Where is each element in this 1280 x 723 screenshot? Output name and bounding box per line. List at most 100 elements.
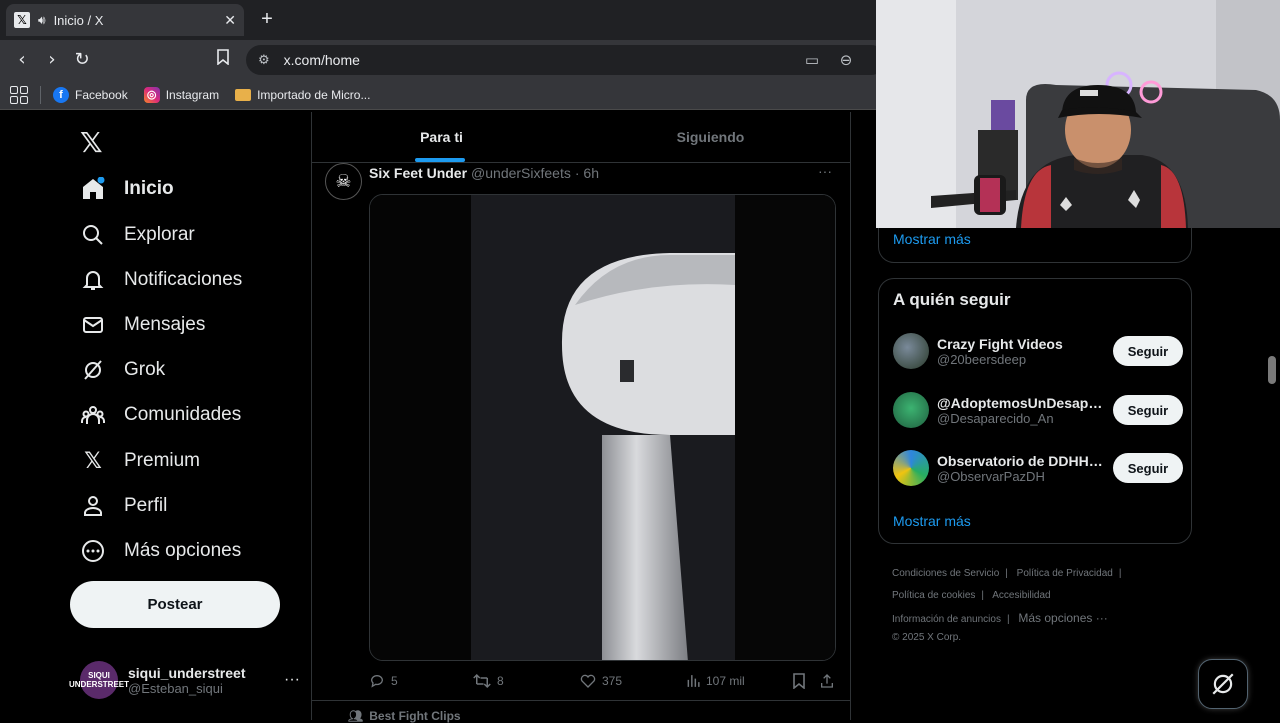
folder-icon: [235, 88, 252, 101]
nav-label: Grok: [124, 359, 166, 380]
zoom-icon[interactable]: ⊖: [836, 50, 856, 70]
search-icon: [80, 222, 106, 248]
views-count: 107 mil: [706, 674, 745, 688]
avatar: [893, 333, 929, 369]
communities-icon: [80, 402, 106, 428]
footer-cookies-link[interactable]: Política de cookies: [892, 590, 975, 601]
apps-icon[interactable]: [10, 85, 28, 104]
tweet-avatar-skull-icon[interactable]: ☠: [325, 163, 362, 200]
footer-ads-link[interactable]: Información de anuncios: [892, 614, 1001, 625]
follow-suggestion[interactable]: @AdoptemosUnDesaparecido @Desaparecido_A…: [893, 390, 1183, 430]
follow-button[interactable]: Seguir: [1113, 336, 1183, 366]
bookmark-button[interactable]: [792, 670, 806, 692]
share-button[interactable]: [819, 670, 835, 692]
footer-copyright: © 2025 X Corp.: [892, 632, 962, 643]
page-scrollbar[interactable]: [1266, 230, 1278, 720]
retweet-button[interactable]: 8: [473, 670, 504, 692]
forward-icon[interactable]: ›: [40, 48, 64, 72]
address-bar[interactable]: ⚙ x.com/home: [246, 45, 886, 75]
bookmark-icon: [793, 673, 805, 689]
nav-label: Comunidades: [124, 404, 242, 425]
tab-para-ti[interactable]: Para ti: [312, 112, 571, 162]
audio-icon[interactable]: 🔊︎: [38, 13, 46, 28]
more-dots-icon[interactable]: ···: [284, 671, 300, 689]
bookmark-label: Facebook: [75, 87, 128, 102]
bookmark-label: Instagram: [165, 87, 220, 102]
back-icon[interactable]: ‹: [10, 48, 34, 72]
x-favicon-icon: 𝕏: [14, 12, 30, 28]
grok-icon: [80, 357, 106, 383]
trends-show-more-link[interactable]: Mostrar más: [893, 231, 971, 247]
nav-comunidades[interactable]: Comunidades: [80, 400, 241, 430]
bell-icon: [80, 267, 106, 293]
who-to-follow-title: A quién seguir: [893, 290, 1011, 309]
mail-icon: [80, 312, 106, 338]
bookmark-folder-imported[interactable]: Importado de Micro...: [235, 88, 370, 102]
footer-links: Condiciones de Servicio | Política de Pri…: [892, 563, 1192, 645]
instagram-icon: ◎: [143, 86, 160, 103]
next-tweet-context: 👥︎ Best Fight Clips: [348, 709, 461, 723]
footer-privacy-link[interactable]: Política de Privacidad: [1017, 568, 1113, 579]
tweet-time[interactable]: · 6h: [575, 165, 599, 181]
bookmark-facebook[interactable]: f Facebook: [53, 86, 128, 103]
reply-button[interactable]: 5: [369, 670, 398, 692]
tweet-author-name[interactable]: Six Feet Under: [369, 165, 467, 181]
footer-more-link[interactable]: Más opciones ···: [1018, 611, 1107, 625]
views-button[interactable]: 107 mil: [686, 670, 745, 692]
new-tab-button[interactable]: +: [256, 8, 278, 30]
follow-show-more-link[interactable]: Mostrar más: [893, 513, 971, 529]
follow-handle: @ObservarPazDH: [937, 468, 1045, 484]
tweet-author-handle[interactable]: @underSixfeets: [471, 165, 571, 181]
community-icon: 👥︎: [348, 709, 364, 723]
tweet-media[interactable]: [369, 194, 836, 661]
next-tweet-label: Best Fight Clips: [369, 709, 461, 723]
post-button[interactable]: Postear: [70, 581, 280, 628]
url-text: x.com/home: [283, 52, 360, 68]
x-logo-icon[interactable]: 𝕏: [80, 126, 103, 159]
nav-premium[interactable]: 𝕏 Premium: [80, 446, 200, 476]
next-tweet[interactable]: 👥︎ Best Fight Clips: [312, 700, 850, 723]
timeline-tabs: Para ti Siguiendo: [312, 112, 850, 163]
reply-icon: [370, 675, 384, 688]
retweet-icon: [473, 673, 491, 689]
nav-notificaciones[interactable]: Notificaciones: [80, 265, 242, 295]
nav-explorar[interactable]: Explorar: [80, 220, 195, 250]
bookmarks-bar: f Facebook ◎ Instagram Importado de Micr…: [0, 80, 876, 110]
bookmark-instagram[interactable]: ◎ Instagram: [143, 86, 220, 103]
nav-grok[interactable]: Grok: [80, 355, 165, 385]
browser-tab[interactable]: 𝕏 🔊︎ Inicio / X ✕: [6, 4, 244, 36]
bookmark-star-icon[interactable]: [211, 48, 235, 72]
close-tab-icon[interactable]: ✕: [224, 12, 236, 29]
nav-label: Explorar: [124, 224, 195, 245]
footer-terms-link[interactable]: Condiciones de Servicio: [892, 568, 999, 579]
tab-siguiendo[interactable]: Siguiendo: [571, 112, 850, 162]
site-settings-icon[interactable]: ⚙: [258, 53, 270, 68]
follow-handle: @20beersdeep: [937, 351, 1027, 367]
home-icon: [80, 176, 106, 202]
account-handle: @Esteban_siqui: [128, 680, 223, 696]
account-switcher[interactable]: SIQUI UNDERSTREET siqui_understreet @Est…: [69, 660, 300, 700]
nav-perfil[interactable]: Perfil: [80, 491, 167, 521]
footer-accessibility-link[interactable]: Accesibilidad: [992, 590, 1050, 601]
share-icon: [821, 674, 833, 688]
reload-icon[interactable]: ↻: [70, 48, 94, 72]
cast-icon[interactable]: ▭: [802, 50, 822, 70]
follow-button[interactable]: Seguir: [1113, 453, 1183, 483]
reply-count: 5: [391, 674, 398, 688]
grok-floating-button[interactable]: [1198, 659, 1248, 709]
tweet-more-icon[interactable]: ···: [818, 163, 832, 179]
avatar: [893, 450, 929, 486]
follow-name: Crazy Fight Videos: [937, 335, 1063, 352]
follow-suggestion[interactable]: Observatorio de DDHH de Paz @ObservarPaz…: [893, 448, 1183, 488]
follow-button[interactable]: Seguir: [1113, 395, 1183, 425]
nav-inicio[interactable]: Inicio: [80, 174, 174, 204]
x-premium-icon: 𝕏: [84, 448, 102, 474]
nav-mensajes[interactable]: Mensajes: [80, 310, 205, 340]
nav-mas-opciones[interactable]: Más opciones: [80, 536, 241, 566]
follow-suggestion[interactable]: Crazy Fight Videos @20beersdeep Seguir: [893, 331, 1183, 371]
tweet-actions: 5 8 375 107 mil: [369, 670, 839, 692]
profile-icon: [80, 493, 106, 519]
like-button[interactable]: 375: [580, 670, 622, 692]
scrollbar-thumb[interactable]: [1268, 356, 1276, 384]
follow-text: Observatorio de DDHH de Paz @ObservarPaz…: [937, 453, 1105, 484]
